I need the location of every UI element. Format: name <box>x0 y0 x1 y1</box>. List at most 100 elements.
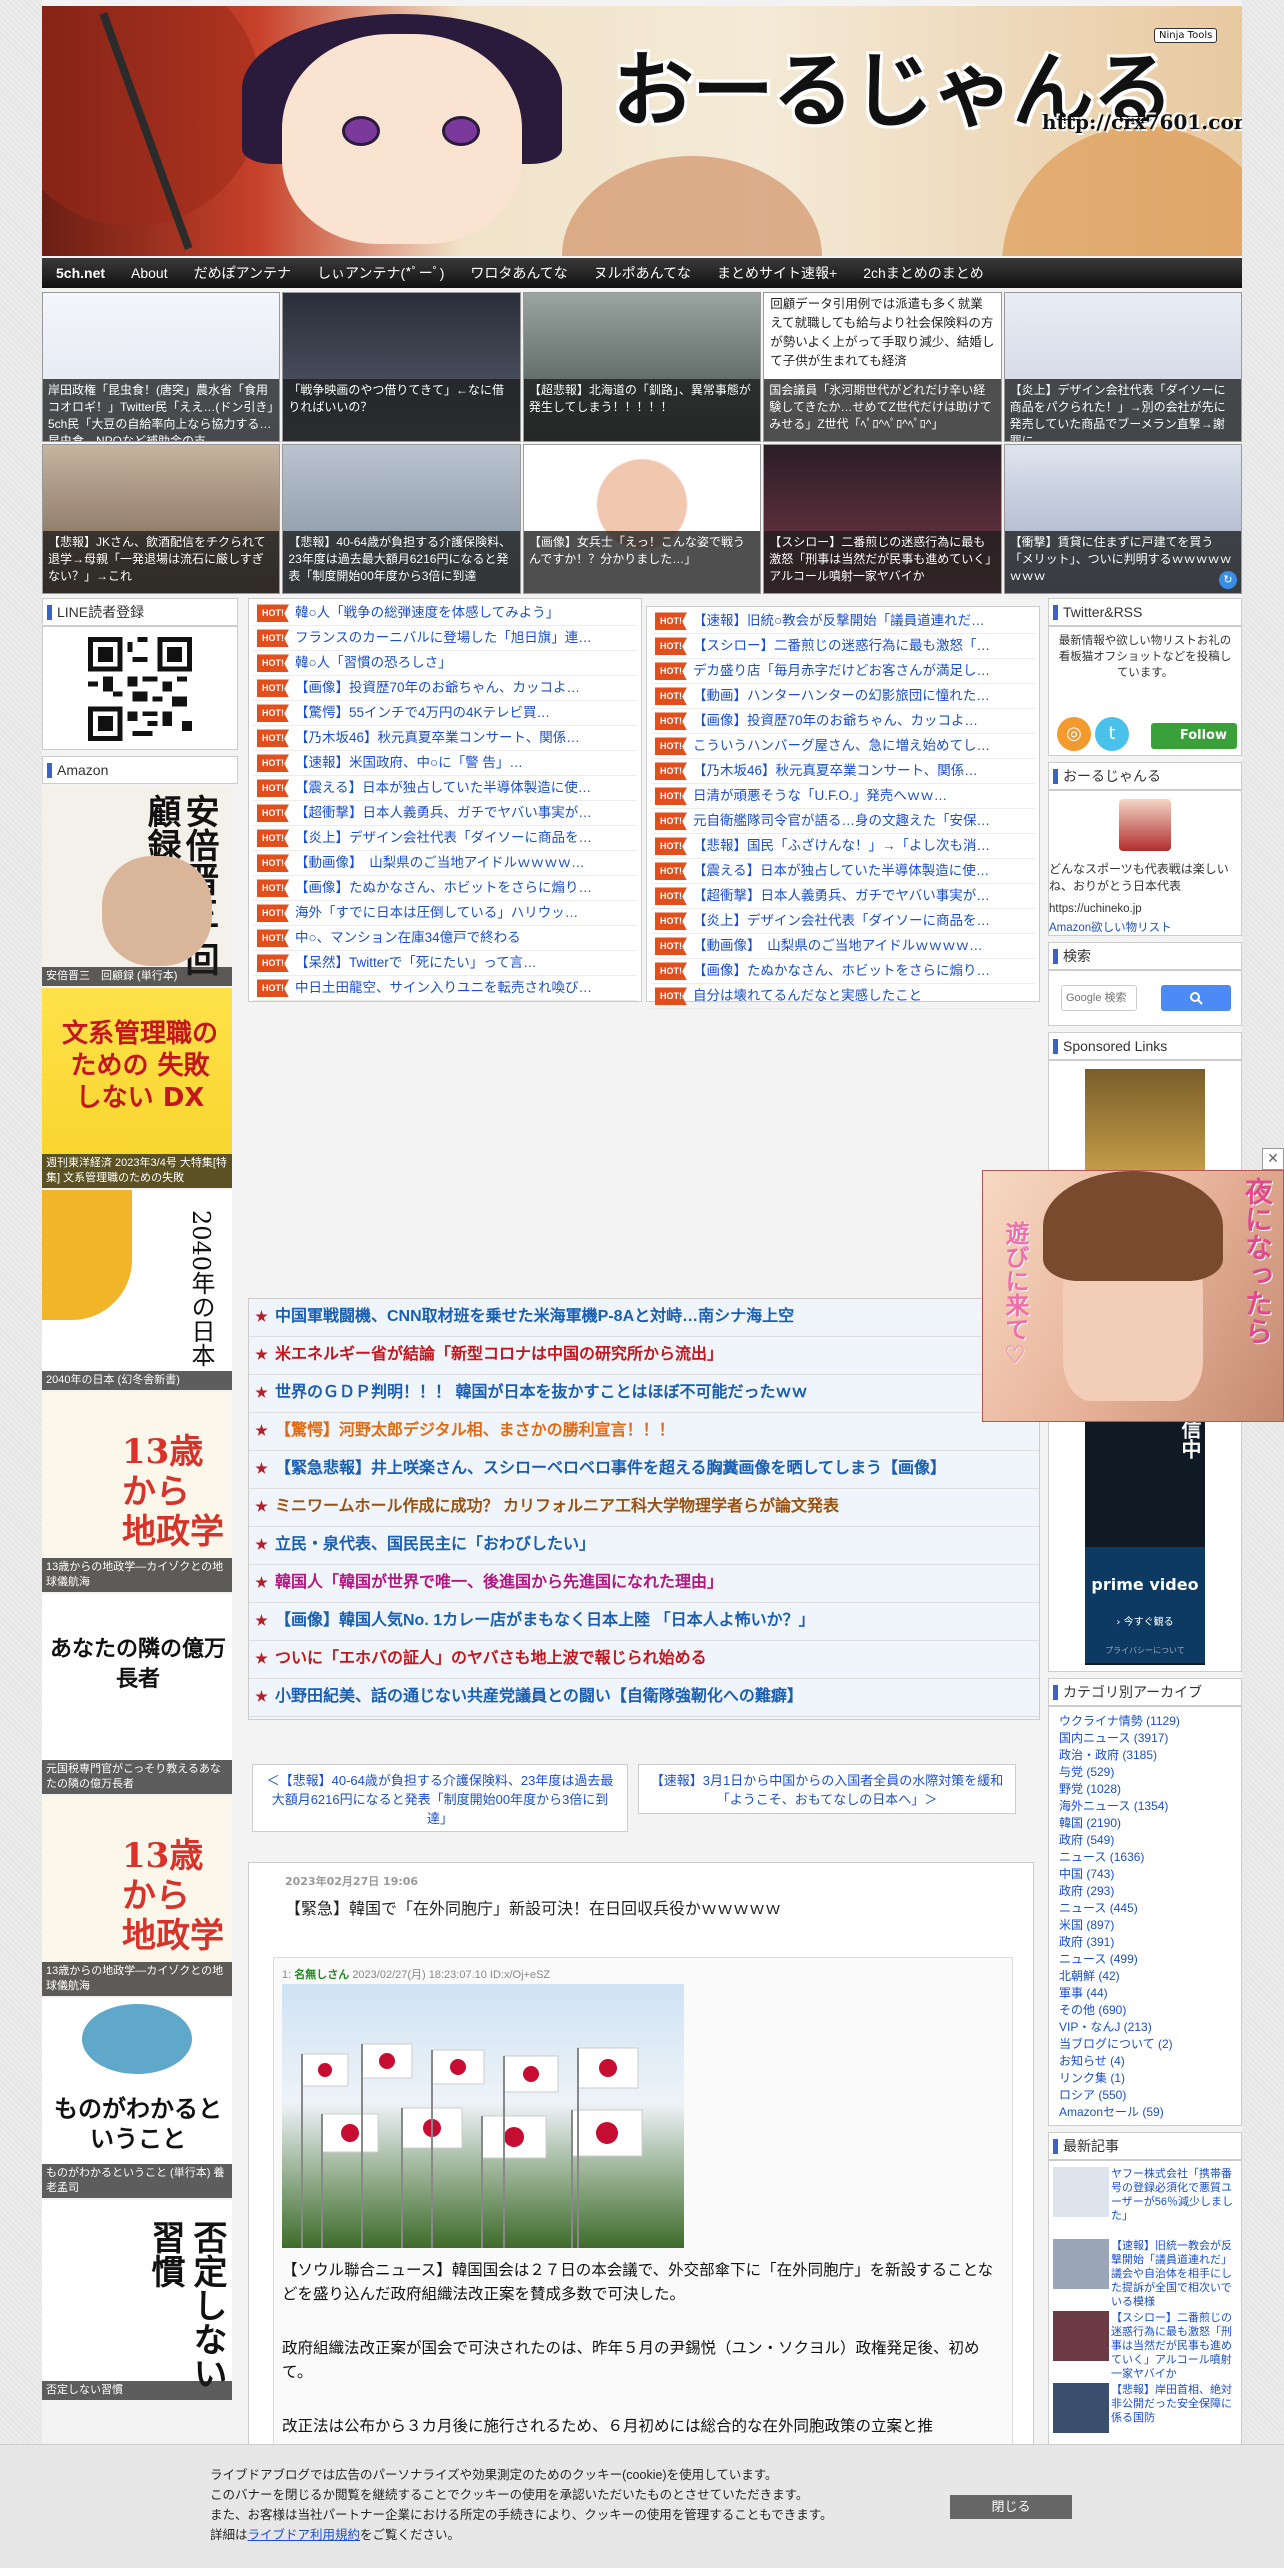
rss-item[interactable]: HOT! 韓○人「習慣の恐ろしさ」 <box>253 651 637 676</box>
rss-item[interactable]: HOT! 【驚愕】55インチで4万円の4Kテレビ買… <box>253 701 637 726</box>
amazon-book[interactable]: 13歳から 地政学 13歳からの地政学―カイゾクとの地球儀航海 <box>42 1796 232 1996</box>
amazon-book[interactable]: 文系管理職のための 失敗しない DX 週刊東洋経済 2023年3/4号 大特集[… <box>42 988 232 1188</box>
headline-item[interactable]: 韓国人「韓国が世界で唯一、後進国から先進国になれた理由」 <box>249 1565 1039 1603</box>
nav-item-warota[interactable]: ワロタあんてな <box>470 263 567 283</box>
thumb-article[interactable]: 岸田政権「昆虫食！(唐突」農水省「食用コオロギ！」Twitter民「ええ…(ドン… <box>42 292 281 442</box>
thumb-article[interactable]: 【衝撃】賃貸に住まずに戸建てを買う「メリット」、ついに判明するｗｗｗｗｗｗｗｗ … <box>1003 444 1243 594</box>
thumb-article[interactable]: 回顧データ引用例では派遣も多く就業えて就職しても給与より社会保険料の方が勢いよく… <box>763 292 1002 442</box>
category-link[interactable]: 与党 (529) <box>1059 1764 1231 1781</box>
category-link[interactable]: 韓国 (2190) <box>1059 1815 1231 1832</box>
article-title[interactable]: 【緊急】韓国で「在外同胞庁」新設可決！在日回収兵役かｗｗｗｗｗ <box>285 1895 781 1919</box>
nav-item-about[interactable]: About <box>131 265 168 281</box>
category-link[interactable]: 政府 (549) <box>1059 1832 1231 1849</box>
headline-item[interactable]: 米エネルギー省が結論「新型コロナは中国の研究所から流出」 <box>249 1337 1039 1375</box>
rss-item[interactable]: HOT! 【超衝撃】日本人義勇兵、ガチでヤバい事実が… <box>651 884 1035 909</box>
rss-item[interactable]: HOT! 【画像】たぬかなさん、ホビットをさらに煽り… <box>253 876 637 901</box>
category-link[interactable]: 中国 (743) <box>1059 1866 1231 1883</box>
rss-item[interactable]: HOT! 【震える】日本が独占していた半導体製造に使… <box>253 776 637 801</box>
search-input[interactable] <box>1061 985 1137 1011</box>
category-link[interactable]: 北朝鮮 (42) <box>1059 1968 1231 1985</box>
amazon-book[interactable]: 否定しない 習慣 否定しない習慣 <box>42 2200 232 2400</box>
rss-item[interactable]: HOT! デカ盛り店「毎月赤字だけどお客さんが満足し… <box>651 659 1035 684</box>
category-link[interactable]: ニュース (1636) <box>1059 1849 1231 1866</box>
headline-item[interactable]: 立民・泉代表、国民民主に「おわびしたい」 <box>249 1527 1039 1565</box>
thumb-article[interactable]: 【画像】女兵士「えっ！こんな姿で戦うんですか！？分かりました…」 <box>522 444 762 594</box>
category-link[interactable]: 野党 (1028) <box>1059 1781 1231 1798</box>
search-button[interactable] <box>1161 985 1231 1011</box>
headline-item[interactable]: 【驚愕】河野太郎デジタル相、まさかの勝利宣言！！！ <box>249 1413 1039 1451</box>
follow-button[interactable]: Follow <box>1151 723 1237 749</box>
rss-item[interactable]: HOT! 【速報】旧統○教会が反撃開始「議員道連れだ… <box>651 609 1035 634</box>
category-link[interactable]: 政府 (293) <box>1059 1883 1231 1900</box>
nav-item-damepo[interactable]: だめぽアンテナ <box>194 263 291 283</box>
amazon-wishlist-link[interactable]: Amazon欲しい物リスト <box>1049 919 1172 935</box>
headline-item[interactable]: 小野田紀美、話の通じない共産党議員との闘い【自衛隊強靭化への難癖】 <box>249 1679 1039 1717</box>
category-link[interactable]: 軍事 (44) <box>1059 1985 1231 2002</box>
rss-item[interactable]: HOT! 【画像】たぬかなさん、ホビットをさらに煽り… <box>651 959 1035 984</box>
headline-item[interactable]: 【画像】韓国人気No. 1カレー店がまもなく日本上陸 「日本人よ怖いか？」 <box>249 1603 1039 1641</box>
rss-item[interactable]: HOT! 自分は壊れてるんだなと実感したこと <box>651 984 1035 1009</box>
rss-item[interactable]: HOT! 【動画像】 山梨県のご当地アイドルｗｗｗｗ… <box>253 851 637 876</box>
rss-item[interactable]: HOT! 中日土田龍空、サイン入りユニを転売され喚び… <box>253 976 637 1001</box>
rss-item[interactable]: HOT! 【速報】米国政府、中○に「警 告」… <box>253 751 637 776</box>
cookie-close-button[interactable]: 閉じる <box>950 2495 1072 2519</box>
category-link[interactable]: ニュース (499) <box>1059 1951 1231 1968</box>
ninja-tools-badge[interactable]: Ninja Tools <box>1154 28 1218 43</box>
category-link[interactable]: Amazonセール (59) <box>1059 2104 1231 2121</box>
headline-item[interactable]: 【緊急悲報】井上咲楽さん、スシローベロベロ事件を超える胸糞画像を晒してしまう【画… <box>249 1451 1039 1489</box>
rss-item[interactable]: HOT! 海外「すでに日本は圧倒している」ハリウッ… <box>253 901 637 926</box>
livedoor-terms-link[interactable]: ライブドア利用規約 <box>248 2528 361 2542</box>
rss-item[interactable]: HOT! 【震える】日本が独占していた半導体製造に使… <box>651 859 1035 884</box>
category-link[interactable]: 海外ニュース (1354) <box>1059 1798 1231 1815</box>
rss-item[interactable]: HOT! 【画像】投資歴70年のお爺ちゃん、カッコよ… <box>253 676 637 701</box>
rss-item[interactable]: HOT! 【超衝撃】日本人義勇兵、ガチでヤバい事実が… <box>253 801 637 826</box>
amazon-book[interactable]: ものがわかるということ ものがわかるということ (単行本) 養老孟司 <box>42 1998 232 2198</box>
rss-item[interactable]: HOT! 【悲報】国民「ふざけんな！」→「よし次も消… <box>651 834 1035 859</box>
nav-item-shii[interactable]: しぃアンテナ(*ﾟーﾟ) <box>317 263 444 283</box>
amazon-book[interactable]: あなたの隣の億万長者 元国税専門官がこっそり教えるあなたの隣の億万長者 <box>42 1594 232 1794</box>
rss-item[interactable]: HOT! 韓○人「戦争の総弾速度を体感してみよう」 <box>253 601 637 626</box>
category-link[interactable]: リンク集 (1) <box>1059 2070 1231 2087</box>
rss-item[interactable]: HOT! 【呆然】Twitterで「死にたい」って言… <box>253 951 637 976</box>
next-article-link[interactable]: 【速報】3月1日から中国からの入国者全員の水際対策を緩和「ようこそ、おもてなしの… <box>638 1764 1016 1814</box>
rss-item[interactable]: HOT! 【スシロー】二番煎じの迷惑行為に最も激怒「… <box>651 634 1035 659</box>
amazon-book[interactable]: 安倍晋三 回顧録 安倍晋三 回顧録 (単行本) <box>42 786 232 986</box>
category-link[interactable]: ニュース (445) <box>1059 1900 1231 1917</box>
twitter-bird-icon[interactable]: t <box>1095 717 1129 751</box>
headline-item[interactable]: 中国軍戦闘機、CNN取材班を乗せた米海軍機P-8Aと対峙…南シナ海上空 <box>249 1299 1039 1337</box>
recent-post[interactable]: 【スシロー】二番煎じの迷惑行為に最も激怒「刑事は当然だが民事も進めていく」アルコ… <box>1053 2311 1239 2379</box>
category-link[interactable]: 政府 (391) <box>1059 1934 1231 1951</box>
category-link[interactable]: 米国 (897) <box>1059 1917 1231 1934</box>
nav-item-matome-sokuho[interactable]: まとめサイト速報+ <box>717 263 837 283</box>
headline-item[interactable]: ミニワームホール作成に成功？ カリフォルニア工科大学物理学者らが論文発表 <box>249 1489 1039 1527</box>
refresh-icon[interactable]: ↻ <box>1219 571 1238 589</box>
rss-item[interactable]: HOT! 元自衛艦隊司令官が語る…身の文趣えた「安保… <box>651 809 1035 834</box>
rss-item[interactable]: HOT! 【乃木坂46】秋元真夏卒業コンサート、関係… <box>253 726 637 751</box>
rss-item[interactable]: HOT! 【画像】投資歴70年のお爺ちゃん、カッコよ… <box>651 709 1035 734</box>
line-qr-box[interactable] <box>42 626 238 750</box>
rss-icon[interactable]: ◎ <box>1057 717 1091 751</box>
nav-item-5ch[interactable]: 5ch.net <box>56 265 105 281</box>
nav-item-nurupo[interactable]: ヌルポあんてな <box>594 263 691 283</box>
rss-item[interactable]: HOT! 中○、マンション在庫34億戸で終わる <box>253 926 637 951</box>
close-icon[interactable]: ✕ <box>1262 1148 1284 1170</box>
rss-item[interactable]: HOT! 【動画】ハンターハンターの幻影旅団に憧れた… <box>651 684 1035 709</box>
popup-ad[interactable]: 夜になったら 遊びに来て♡ <box>982 1170 1284 1422</box>
nav-item-2ch-matome[interactable]: 2chまとめのまとめ <box>863 263 984 283</box>
category-link[interactable]: お知らせ (4) <box>1059 2053 1231 2070</box>
category-link[interactable]: ウクライナ情勢 (1129) <box>1059 1713 1231 1730</box>
thumb-article[interactable]: 【炎上】デザイン会社代表「ダイソーに商品をパクられた！」→別の会社が先に発売して… <box>1003 292 1243 442</box>
site-header-banner[interactable]: おーるじゃんる http://crx7601.com Ninja Tools <box>42 6 1242 256</box>
rss-item[interactable]: HOT! 【炎上】デザイン会社代表「ダイソーに商品を… <box>253 826 637 851</box>
thumb-article[interactable]: 【悲報】JKさん、飲酒配信をチクられて退学→母親「一発退場は流石に厳しすぎない？… <box>42 444 281 594</box>
headline-item[interactable]: ついに「エホバの証人」のヤバさも地上波で報じられ始める <box>249 1641 1039 1679</box>
amazon-book[interactable]: 2040年の日本 2040年の日本 (幻冬舎新書) <box>42 1190 232 1390</box>
prev-article-link[interactable]: ＜【悲報】40-64歳が負担する介護保険料、23年度は過去最大額月6216円にな… <box>252 1764 628 1832</box>
rss-item[interactable]: HOT! 【動画像】 山梨県のご当地アイドルｗｗｗｗ… <box>651 934 1035 959</box>
category-link[interactable]: 政治・政府 (3185) <box>1059 1747 1231 1764</box>
category-link[interactable]: ロシア (550) <box>1059 2087 1231 2104</box>
category-link[interactable]: VIP・なんJ (213) <box>1059 2019 1231 2036</box>
thumb-article[interactable]: 【悲報】40-64歳が負担する介護保険料、23年度は過去最大額月6216円になる… <box>282 444 521 594</box>
thumb-article[interactable]: 「戦争映画のやつ借りてきて」←なに借りればいいの？ <box>282 292 521 442</box>
rss-item[interactable]: HOT! フランスのカーニバルに登場した「旭日旗」連… <box>253 626 637 651</box>
